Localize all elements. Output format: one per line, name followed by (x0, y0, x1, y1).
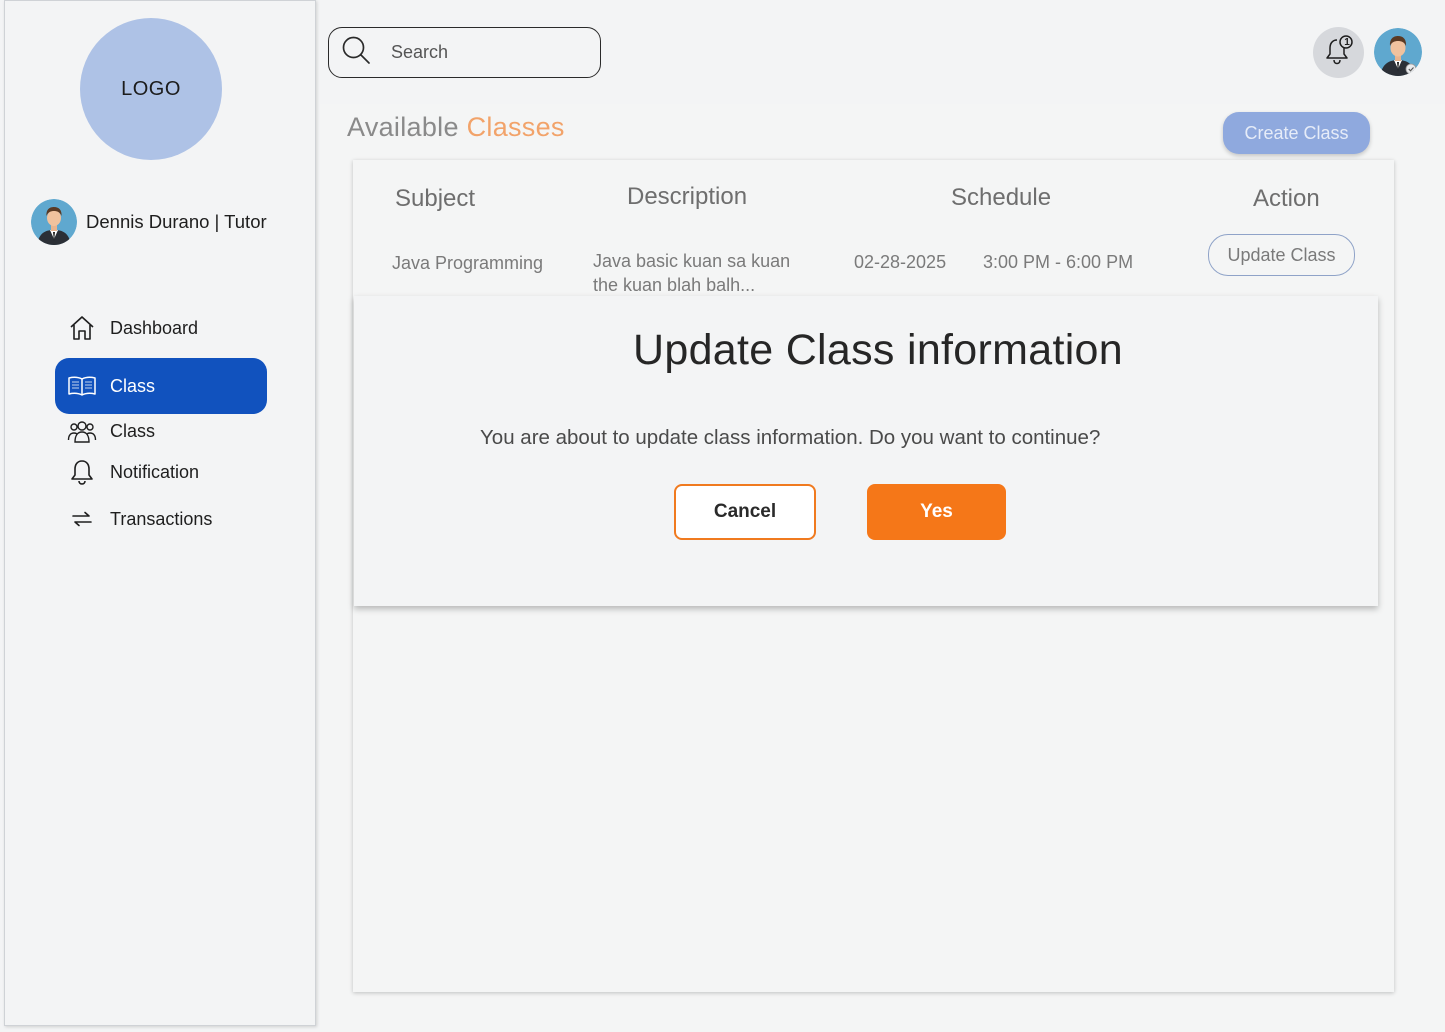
app-root: LOGO Dennis Durano | Tutor Dashboard Cla… (0, 0, 1445, 1032)
search-input[interactable] (391, 42, 581, 63)
sidebar-item-label: Class (110, 420, 156, 441)
column-header-subject: Subject (395, 185, 476, 212)
cell-date: 02-28-2025 (854, 252, 947, 272)
sidebar-item-class-active[interactable]: Class (55, 358, 267, 414)
sidebar-item-transactions[interactable]: Transactions (55, 497, 267, 541)
transfer-icon (67, 504, 97, 534)
confirm-yes-button[interactable]: Yes (867, 484, 1006, 540)
bell-icon (67, 457, 97, 487)
cell-time: 3:00 PM - 6:00 PM (983, 252, 1134, 272)
user-profile[interactable]: Dennis Durano | Tutor (31, 199, 267, 245)
avatar (31, 199, 77, 245)
user-name: Dennis Durano | Tutor (86, 211, 267, 232)
search-icon (341, 35, 371, 70)
home-icon (67, 313, 97, 343)
sidebar-item-label: Notification (110, 461, 200, 482)
page-title-accent: Classes (466, 112, 565, 142)
sidebar-item-notification[interactable]: Notification (55, 450, 267, 494)
users-icon (67, 416, 97, 446)
sidebar-item-dashboard[interactable]: Dashboard (55, 306, 267, 350)
cell-description-line1: Java basic kuan sa kuan (593, 251, 791, 271)
sidebar-item-class-students[interactable]: Class (55, 409, 267, 453)
update-confirm-dialog: Update Class information You are about t… (354, 296, 1378, 606)
page-title-prefix: Available (347, 112, 459, 142)
create-class-button[interactable]: Create Class (1223, 112, 1370, 154)
column-header-action: Action (1253, 185, 1320, 212)
search-bar[interactable] (328, 27, 601, 78)
cell-subject: Java Programming (392, 253, 544, 273)
book-icon (67, 371, 97, 401)
logo[interactable]: LOGO (80, 18, 222, 160)
sidebar-item-label: Transactions (110, 508, 213, 529)
notification-count: 1 (1344, 37, 1350, 48)
sidebar: LOGO Dennis Durano | Tutor Dashboard Cla… (4, 0, 316, 1026)
cancel-button[interactable]: Cancel (674, 484, 816, 540)
column-header-description: Description (627, 183, 748, 210)
profile-avatar[interactable] (1374, 28, 1422, 76)
dialog-title: Update Class information (633, 326, 1123, 374)
column-header-schedule: Schedule (951, 184, 1052, 211)
notification-button[interactable]: 1 (1313, 27, 1364, 78)
page-title: Available Classes (347, 112, 565, 143)
update-class-button[interactable]: Update Class (1208, 234, 1355, 276)
sidebar-item-label: Class (110, 375, 156, 396)
dialog-message: You are about to update class informatio… (480, 426, 1101, 449)
cell-description-line2: the kuan blah balh... (593, 275, 756, 295)
sidebar-item-label: Dashboard (110, 317, 199, 338)
